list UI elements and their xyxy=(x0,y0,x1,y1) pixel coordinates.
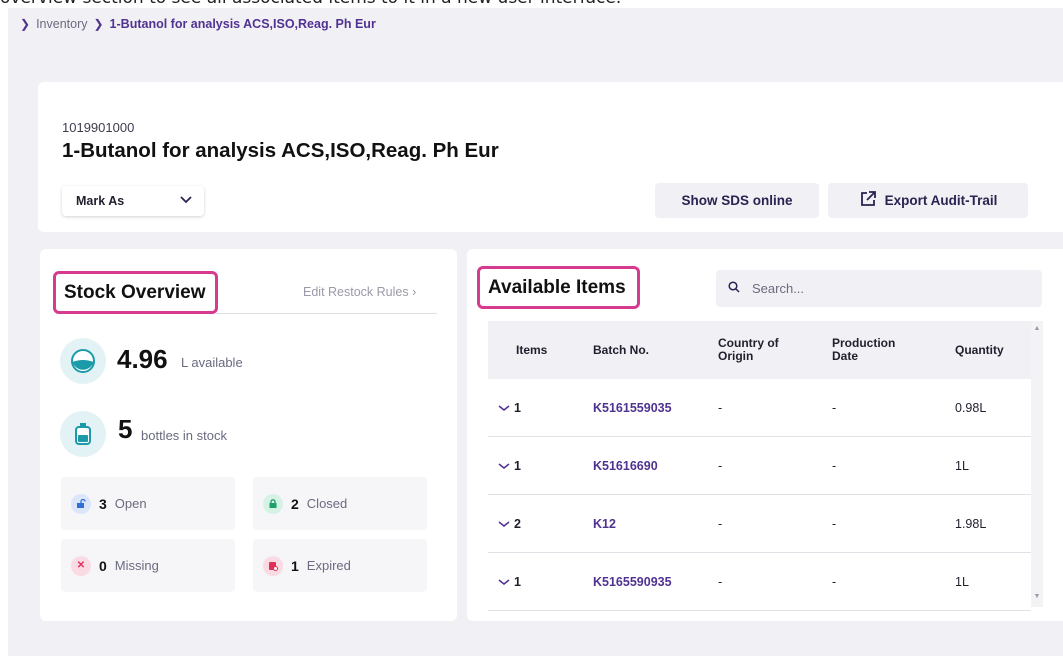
stock-overview-title: Stock Overview xyxy=(53,271,218,314)
divider xyxy=(216,313,437,314)
column-header-production-date[interactable]: Production Date xyxy=(832,321,912,379)
row-quantity: 0.98L xyxy=(955,401,987,415)
column-header-items[interactable]: Items xyxy=(516,321,566,379)
table-scrollbar[interactable]: ▲ ▼ xyxy=(1031,321,1043,607)
status-closed[interactable]: 2 Closed xyxy=(253,477,427,530)
status-missing-label: Missing xyxy=(114,558,159,573)
show-sds-label: Show SDS online xyxy=(681,193,793,208)
status-missing[interactable]: ✕ 0 Missing xyxy=(61,539,235,592)
chevron-right-icon: ❯ xyxy=(20,17,31,31)
available-items-card: Available Items Search... Items Batch No… xyxy=(467,249,1063,621)
chevron-down-icon xyxy=(180,195,192,207)
show-sds-button[interactable]: Show SDS online xyxy=(655,183,819,218)
edit-restock-rules-link[interactable]: Edit Restock Rules › xyxy=(303,285,416,299)
table-row[interactable]: 1 K5165590935 - - 1L xyxy=(488,553,1031,611)
row-batch[interactable]: K12 xyxy=(593,495,616,553)
unlock-icon xyxy=(71,493,91,514)
edit-restock-rules-label: Edit Restock Rules xyxy=(303,285,409,299)
status-open-label: Open xyxy=(114,496,147,511)
row-items[interactable]: 1 xyxy=(498,437,521,495)
row-batch[interactable]: K5165590935 xyxy=(593,553,672,611)
bottles-value: 5 xyxy=(118,414,133,444)
column-header-batch[interactable]: Batch No. xyxy=(593,321,693,379)
row-items[interactable]: 1 xyxy=(498,379,521,437)
status-expired-label: Expired xyxy=(306,558,351,573)
row-batch[interactable]: K5161559035 xyxy=(593,379,672,437)
row-items-count: 1 xyxy=(514,459,521,473)
row-items[interactable]: 1 xyxy=(498,553,521,611)
product-id: 1019901000 xyxy=(62,120,135,135)
status-missing-count: 0 xyxy=(99,557,107,574)
product-header-card: 1019901000 1-Butanol for analysis ACS,IS… xyxy=(38,82,1063,232)
table-row[interactable]: 1 K5161559035 - - 0.98L xyxy=(488,379,1031,437)
status-open-count: 3 xyxy=(99,495,107,512)
page-title: 1-Butanol for analysis ACS,ISO,Reag. Ph … xyxy=(62,139,499,162)
row-quantity: 1L xyxy=(955,575,969,589)
external-link-icon xyxy=(859,190,877,211)
x-icon: ✕ xyxy=(71,555,91,576)
breadcrumb-inventory[interactable]: Inventory xyxy=(36,17,87,31)
status-expired[interactable]: 1 Expired xyxy=(253,539,427,592)
breadcrumb: ❯ Inventory ❯ 1-Butanol for analysis ACS… xyxy=(20,17,376,31)
row-production-date: - xyxy=(832,575,837,589)
status-closed-count: 2 xyxy=(291,495,299,512)
available-items-title: Available Items xyxy=(477,266,640,309)
status-open[interactable]: 3 Open xyxy=(61,477,235,530)
table-header: Items Batch No. Country of Origin Produc… xyxy=(488,321,1031,379)
search-icon xyxy=(728,281,740,296)
row-production-date: - xyxy=(832,401,837,415)
chevron-down-icon xyxy=(498,401,510,415)
mark-as-label: Mark As xyxy=(76,194,125,208)
row-items-count: 2 xyxy=(514,517,521,531)
bottles-unit: bottles in stock xyxy=(141,428,227,443)
items-table: Items Batch No. Country of Origin Produc… xyxy=(488,321,1043,611)
row-items[interactable]: 2 xyxy=(498,495,521,553)
row-quantity: 1L xyxy=(955,459,969,473)
status-closed-label: Closed xyxy=(306,496,348,511)
row-country: - xyxy=(718,575,723,589)
chevron-right-icon: › xyxy=(412,285,417,299)
row-country: - xyxy=(718,459,723,473)
scroll-up-icon[interactable]: ▲ xyxy=(1031,325,1043,332)
column-header-country[interactable]: Country of Origin xyxy=(718,321,788,379)
row-country: - xyxy=(718,401,723,415)
chevron-down-icon xyxy=(498,575,510,589)
row-items-count: 1 xyxy=(514,575,521,589)
row-quantity: 1.98L xyxy=(955,517,987,531)
lock-icon xyxy=(263,493,283,514)
row-production-date: - xyxy=(832,517,837,531)
breadcrumb-current: 1-Butanol for analysis ACS,ISO,Reag. Ph … xyxy=(109,17,376,31)
volume-icon xyxy=(60,338,106,384)
table-row[interactable]: 1 K51616690 - - 1L xyxy=(488,437,1031,495)
row-country: - xyxy=(718,517,723,531)
chevron-right-icon: ❯ xyxy=(93,17,104,31)
row-production-date: - xyxy=(832,459,837,473)
available-unit: L available xyxy=(181,355,243,370)
available-value: 4.96 xyxy=(117,344,168,374)
scroll-down-icon[interactable]: ▼ xyxy=(1031,593,1043,600)
export-audit-button[interactable]: Export Audit-Trail xyxy=(828,183,1028,218)
bottle-icon xyxy=(60,411,106,457)
row-batch[interactable]: K51616690 xyxy=(593,437,658,495)
column-header-quantity[interactable]: Quantity xyxy=(955,321,1025,379)
mark-as-dropdown[interactable]: Mark As xyxy=(62,186,204,216)
search-placeholder: Search... xyxy=(752,281,805,296)
chevron-down-icon xyxy=(498,517,510,531)
table-row[interactable]: 2 K12 - - 1.98L xyxy=(488,495,1031,553)
export-audit-label: Export Audit-Trail xyxy=(884,193,998,208)
chevron-down-icon xyxy=(498,459,510,473)
row-items-count: 1 xyxy=(514,401,521,415)
search-input[interactable]: Search... xyxy=(716,270,1042,307)
status-expired-count: 1 xyxy=(291,557,299,574)
stock-overview-card: Stock Overview Edit Restock Rules › 4.96… xyxy=(40,249,457,621)
expired-icon xyxy=(263,555,283,576)
